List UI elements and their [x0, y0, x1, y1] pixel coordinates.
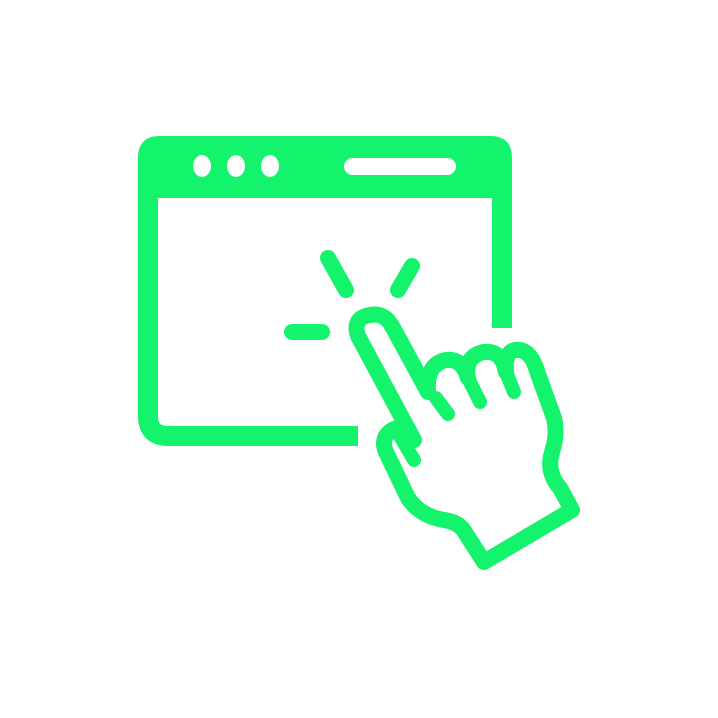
pointing-hand-icon — [348, 306, 580, 570]
window-dot-icon — [193, 155, 211, 177]
window-dot-icon — [261, 155, 279, 177]
window-dot-icon — [227, 155, 245, 177]
browser-click-icon — [138, 136, 580, 570]
address-bar — [344, 158, 456, 175]
finger-crease — [429, 391, 455, 421]
click-spark-line — [390, 258, 420, 298]
finger-crease — [499, 365, 521, 399]
click-spark-line — [320, 250, 354, 298]
icon-canvas — [0, 0, 718, 718]
